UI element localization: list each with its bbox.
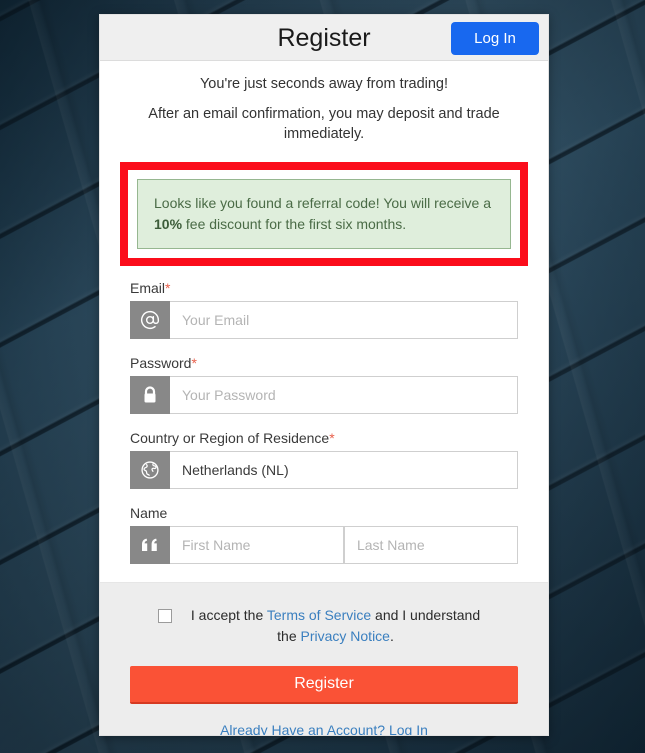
intro-text: You're just seconds away from trading! A… xyxy=(100,61,548,144)
country-label: Country or Region of Residence* xyxy=(130,430,518,446)
at-sign-icon xyxy=(130,301,170,339)
already-have-account-link[interactable]: Already Have an Account? Log In xyxy=(130,722,518,735)
email-label: Email* xyxy=(130,280,518,296)
terms-text-part3: . xyxy=(389,628,394,644)
register-button[interactable]: Register xyxy=(130,666,518,704)
country-required-marker: * xyxy=(329,430,335,446)
login-button[interactable]: Log In xyxy=(451,22,539,55)
country-input-row xyxy=(130,451,518,489)
name-field-group: Name xyxy=(130,505,518,564)
password-input[interactable] xyxy=(170,376,518,414)
name-label: Name xyxy=(130,505,518,521)
referral-alert: Looks like you found a referral code! Yo… xyxy=(137,179,511,249)
terms-text-part1: I accept the xyxy=(190,607,267,623)
password-required-marker: * xyxy=(191,355,197,371)
email-field-group: Email* xyxy=(130,280,518,339)
email-input-row xyxy=(130,301,518,339)
password-label-text: Password xyxy=(130,355,192,371)
name-input-row xyxy=(130,526,518,564)
first-name-input[interactable] xyxy=(170,526,344,564)
country-label-text: Country or Region of Residence xyxy=(130,430,330,446)
email-required-marker: * xyxy=(165,280,171,296)
password-input-row xyxy=(130,376,518,414)
email-input[interactable] xyxy=(170,301,518,339)
referral-text-before: Looks like you found a referral code! Yo… xyxy=(154,195,491,211)
lock-icon xyxy=(130,376,170,414)
last-name-input[interactable] xyxy=(343,526,518,564)
card-header: Register Log In xyxy=(100,15,548,61)
referral-annotation-box: Looks like you found a referral code! Yo… xyxy=(120,162,528,266)
register-card: Register Log In You're just seconds away… xyxy=(99,14,549,736)
card-footer: I accept the Terms of Service and I unde… xyxy=(100,582,548,735)
referral-text-after: fee discount for the first six months. xyxy=(182,216,407,232)
quote-icon xyxy=(130,526,170,564)
terms-of-service-link[interactable]: Terms of Service xyxy=(267,607,371,623)
globe-icon xyxy=(130,451,170,489)
country-input[interactable] xyxy=(170,451,518,489)
privacy-notice-link[interactable]: Privacy Notice xyxy=(301,628,390,644)
country-field-group: Country or Region of Residence* xyxy=(130,430,518,489)
terms-acceptance-row: I accept the Terms of Service and I unde… xyxy=(130,605,518,647)
registration-form: Email* Password* xyxy=(100,266,548,564)
password-label: Password* xyxy=(130,355,518,371)
terms-checkbox[interactable] xyxy=(158,609,172,623)
intro-line-1: You're just seconds away from trading! xyxy=(199,76,449,92)
intro-line-2: After an email confirmation, you may dep… xyxy=(148,106,500,142)
name-label-text: Name xyxy=(130,505,168,521)
password-field-group: Password* xyxy=(130,355,518,414)
referral-discount-value: 10% xyxy=(154,216,183,232)
terms-text: I accept the Terms of Service and I unde… xyxy=(181,605,490,647)
email-label-text: Email xyxy=(130,280,166,296)
